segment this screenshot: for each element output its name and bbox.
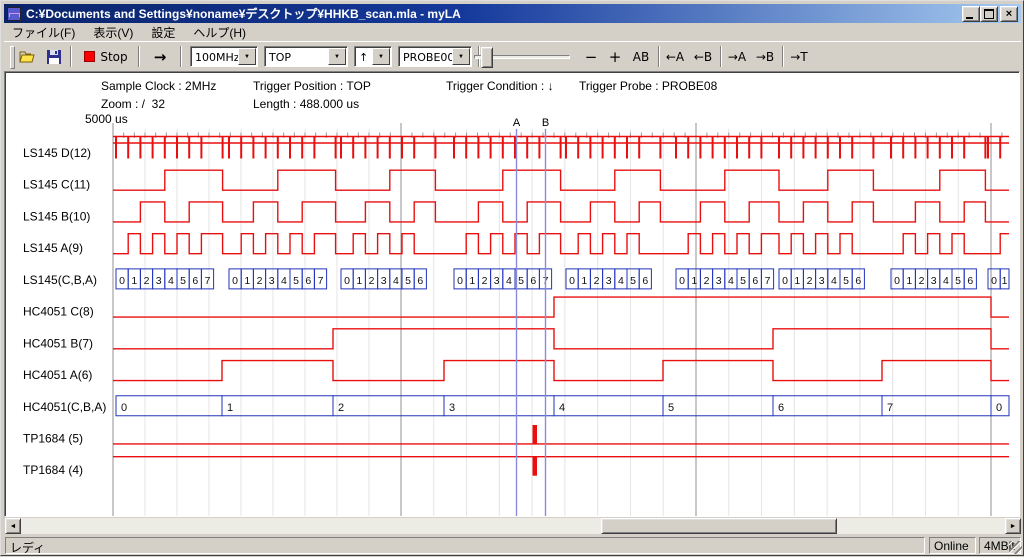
single-run-button[interactable]: → [146,46,174,67]
scroll-right-icon: ► [1010,523,1017,530]
app-icon[interactable] [7,7,21,21]
goto-b-right-button[interactable]: →B [752,46,778,67]
window-title: C:¥Documents and Settings¥noname¥デスクトップ¥… [26,5,461,22]
scrollbar-thumb[interactable] [601,518,837,534]
info-trigger-condition: Trigger Condition : ↓ [446,79,554,93]
chevron-down-icon[interactable]: ▼ [372,48,390,65]
info-length: Length : 488.000 us [253,97,359,111]
zoom-slider-thumb[interactable] [481,47,493,68]
scroll-left-button[interactable]: ◄ [5,518,21,534]
goto-a-right-button[interactable]: →A [724,46,750,67]
zoom-in-button[interactable]: + [604,46,626,67]
close-icon: × [1006,8,1012,20]
trigger-probe-value: PROBE00 [403,51,454,64]
trigger-edge-value: ↑ [359,51,368,64]
run-arrow-icon: → [154,48,167,66]
trigger-position-combo[interactable]: TOP ▼ [264,46,348,67]
stop-icon [84,51,95,62]
chevron-down-icon[interactable]: ▼ [452,48,470,65]
goto-trigger-button[interactable]: →T [786,46,812,67]
sample-rate-value: 100MHz [195,51,240,64]
toolbar-grip [10,46,15,69]
title-bar[interactable]: C:¥Documents and Settings¥noname¥デスクトップ¥… [4,4,1021,23]
trigger-position-value: TOP [269,51,291,64]
trigger-edge-combo[interactable]: ↑ ▼ [354,46,392,67]
toolbar-separator [782,46,784,67]
toolbar-separator [138,46,140,67]
waveform-panel[interactable] [4,71,1020,517]
scroll-left-icon: ◄ [10,523,17,530]
open-folder-icon [19,50,37,64]
open-file-button[interactable] [16,46,40,67]
goto-a-left-button[interactable]: ←A [662,46,688,67]
ab-button[interactable]: AB [628,46,654,67]
toolbar-separator [658,46,660,67]
maximize-icon [984,9,994,19]
menu-bar: ファイル(F) 表示(V) 設定 ヘルプ(H) [4,23,1021,41]
toolbar-separator [180,46,182,67]
goto-b-left-button[interactable]: ←B [690,46,716,67]
info-sample-clock: Sample Clock : 2MHz [101,79,216,93]
horizontal-scrollbar[interactable]: ◄ ► [5,518,1021,534]
sample-rate-combo[interactable]: 100MHz ▼ [190,46,258,67]
app-window: C:¥Documents and Settings¥noname¥デスクトップ¥… [0,0,1024,556]
menu-help[interactable]: ヘルプ(H) [185,23,254,42]
menu-view[interactable]: 表示(V) [85,23,141,42]
stop-label: Stop [100,50,127,64]
close-button[interactable]: × [1000,6,1018,22]
trigger-probe-combo[interactable]: PROBE00 ▼ [398,46,472,67]
menu-file[interactable]: ファイル(F) [4,23,83,42]
floppy-disk-icon [47,50,61,64]
info-zoom: Zoom : / 32 [101,97,165,111]
minimize-button[interactable] [962,6,980,22]
menu-settings[interactable]: 設定 [143,23,183,42]
maximize-button[interactable] [980,6,998,22]
toolbar: Stop → 100MHz ▼ TOP ▼ ↑ ▼ PROBE00 ▼ − + … [4,41,1021,72]
chevron-down-icon[interactable]: ▼ [328,48,346,65]
zoom-out-button[interactable]: − [580,46,602,67]
save-button[interactable] [42,46,66,67]
status-bar: レディ Online 4MBit [3,536,1023,556]
toolbar-separator [70,46,72,67]
minimize-icon [966,17,973,19]
chevron-down-icon[interactable]: ▼ [238,48,256,65]
info-trigger-position: Trigger Position : TOP [253,79,371,93]
toolbar-separator [720,46,722,67]
status-ready: レディ [5,537,925,554]
timebase-label: 5000 us [85,112,128,126]
status-online: Online [929,537,976,554]
resize-grip[interactable] [1009,541,1022,554]
stop-button[interactable]: Stop [78,46,134,67]
scroll-right-button[interactable]: ► [1005,518,1021,534]
info-trigger-probe: Trigger Probe : PROBE08 [579,79,717,93]
